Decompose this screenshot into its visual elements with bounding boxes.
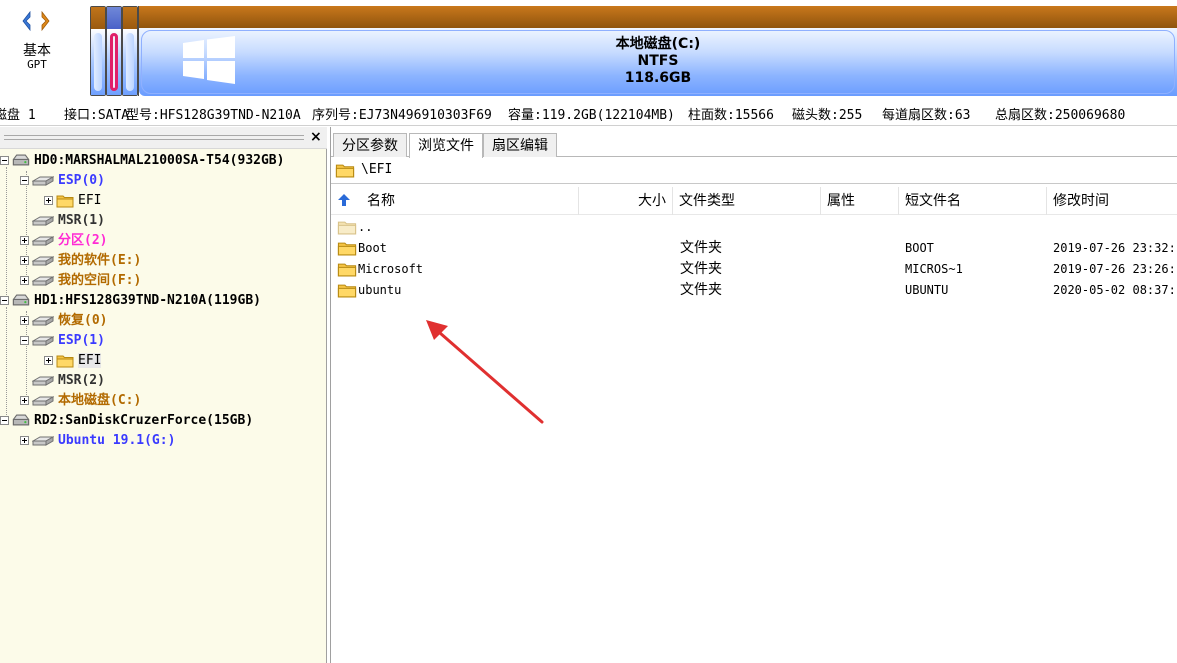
partition-size: 118.6GB <box>624 70 692 86</box>
expand-icon[interactable] <box>44 196 53 205</box>
close-icon[interactable]: × <box>310 129 322 145</box>
path-bar[interactable]: \EFI <box>331 158 1177 184</box>
disk-map: 基本 GPT 本地磁盘(C:) NTFS 118.6GB <box>0 0 1177 100</box>
partition-icon <box>32 215 54 227</box>
info-heads: 磁头数:255 <box>792 108 863 123</box>
collapse-icon[interactable] <box>0 296 9 305</box>
folder-icon <box>335 163 355 178</box>
collapse-icon[interactable] <box>20 336 29 345</box>
col-name[interactable]: 名称 <box>361 187 579 215</box>
partition-name: 本地磁盘(C:) <box>615 36 701 52</box>
tree-item-msr1[interactable]: MSR(1) <box>20 211 105 231</box>
tab-sector-edit[interactable]: 扇区编辑 <box>483 133 557 157</box>
usb-disk-icon <box>12 414 30 427</box>
next-disk-icon[interactable] <box>41 10 50 32</box>
collapse-icon[interactable] <box>20 176 29 185</box>
expand-icon[interactable] <box>20 276 29 285</box>
partition-icon <box>32 395 54 407</box>
folder-icon <box>337 283 357 298</box>
prev-disk-icon[interactable] <box>22 10 31 32</box>
partition-icon <box>32 435 54 447</box>
tree-item-ubuntu-g[interactable]: Ubuntu 19.1(G:) <box>20 431 175 451</box>
col-short-name[interactable]: 短文件名 <box>899 187 1047 215</box>
partition-fs: NTFS <box>637 53 679 69</box>
tree-item-recovery0[interactable]: 恢复(0) <box>20 311 107 331</box>
tree-item-software-e[interactable]: 我的软件(E:) <box>20 251 141 271</box>
tree-item-partition2[interactable]: 分区(2) <box>20 231 107 251</box>
disk-tree-panel: × HD0:MARSHALMAL21000SA-T54(932GB) ESP(0… <box>0 127 327 663</box>
tree-item-local-c[interactable]: 本地磁盘(C:) <box>20 391 141 411</box>
folder-icon <box>337 262 357 277</box>
partition-icon <box>32 375 54 387</box>
tree-item-rd2[interactable]: RD2:SanDiskCruzerForce(15GB) <box>0 411 253 431</box>
file-table-header: 名称 大小 文件类型 属性 短文件名 修改时间 <box>331 187 1177 215</box>
tree-item-space-f[interactable]: 我的空间(F:) <box>20 271 141 291</box>
info-disk: 磁盘 1 <box>0 108 36 123</box>
info-serial: 序列号:EJ73N496910303F69 <box>312 108 492 123</box>
partition-info: 本地磁盘(C:) NTFS 118.6GB <box>139 36 1177 87</box>
expand-icon[interactable] <box>20 436 29 445</box>
disk-type-label: 基本 GPT <box>12 44 62 72</box>
tab-bar: 分区参数 浏览文件 扇区编辑 <box>331 133 1177 158</box>
col-type[interactable]: 文件类型 <box>673 187 821 215</box>
current-path: \EFI <box>361 162 393 177</box>
info-total-sectors: 总扇区数:250069680 <box>995 108 1126 123</box>
tree-item-hd0[interactable]: HD0:MARSHALMAL21000SA-T54(932GB) <box>0 151 284 171</box>
annotation-arrow-icon <box>426 320 544 424</box>
folder-icon <box>56 354 74 368</box>
col-attr[interactable]: 属性 <box>821 187 899 215</box>
table-row[interactable]: Boot 文件夹 BOOT 2019-07-26 23:32: <box>331 238 1177 259</box>
tree-item-esp0[interactable]: ESP(0) <box>20 171 105 191</box>
expand-icon[interactable] <box>20 316 29 325</box>
partition-icon <box>32 255 54 267</box>
partition-icon <box>32 175 54 187</box>
partition-icon <box>32 335 54 347</box>
partition-block-c[interactable]: 本地磁盘(C:) NTFS 118.6GB <box>138 6 1177 96</box>
app-window: 基本 GPT 本地磁盘(C:) NTFS 118.6GB 盘 1 接口:SATA… <box>0 0 1177 663</box>
tree-item-msr2[interactable]: MSR(2) <box>20 371 105 391</box>
hard-disk-icon <box>12 294 30 307</box>
table-row[interactable]: Microsoft 文件夹 MICROS~1 2019-07-26 23:26: <box>331 259 1177 280</box>
tree-item-efi-1-selected[interactable]: EFI <box>44 351 102 371</box>
expand-icon[interactable] <box>20 396 29 405</box>
table-row[interactable]: .. <box>331 217 1177 238</box>
up-arrow-icon[interactable] <box>337 193 351 207</box>
collapse-icon[interactable] <box>0 416 9 425</box>
tree-item-hd1[interactable]: HD1:HFS128G39TND-N210A(119GB) <box>0 291 261 311</box>
partition-block-msr[interactable] <box>122 6 138 96</box>
hard-disk-icon <box>12 154 30 167</box>
partition-icon <box>32 235 54 247</box>
info-cylinders: 柱面数:15566 <box>688 108 774 123</box>
tree-panel-header: × <box>0 127 327 149</box>
info-model: 型号:HFS128G39TND-N210A <box>126 108 301 123</box>
folder-icon <box>337 220 357 235</box>
disk-nav-arrows <box>20 10 56 32</box>
disk-info-bar: 磁盘 1 接口:SATA 型号:HFS128G39TND-N210A 序列号:E… <box>0 100 1177 126</box>
panel-grip[interactable] <box>4 135 304 140</box>
folder-icon <box>56 194 74 208</box>
col-size[interactable]: 大小 <box>579 187 673 215</box>
info-interface: 接口:SATA <box>64 108 130 123</box>
partition-icon <box>32 315 54 327</box>
collapse-icon[interactable] <box>0 156 9 165</box>
expand-icon[interactable] <box>44 356 53 365</box>
expand-icon[interactable] <box>20 236 29 245</box>
info-capacity: 容量:119.2GB(122104MB) <box>508 108 675 123</box>
info-sectors-per-track: 每道扇区数:63 <box>882 108 971 123</box>
tab-browse-files[interactable]: 浏览文件 <box>409 133 483 158</box>
tab-partition-params[interactable]: 分区参数 <box>333 133 407 157</box>
table-row[interactable]: ubuntu 文件夹 UBUNTU 2020-05-02 08:37: <box>331 280 1177 301</box>
disk-type-basic: 基本 <box>23 43 51 59</box>
col-mtime[interactable]: 修改时间 <box>1047 187 1177 215</box>
folder-icon <box>337 241 357 256</box>
tree-item-efi-0[interactable]: EFI <box>44 191 101 211</box>
tree-item-esp1[interactable]: ESP(1) <box>20 331 105 351</box>
disk-type-gpt: GPT <box>27 58 47 71</box>
expand-icon[interactable] <box>20 256 29 265</box>
partition-block-esp-selected[interactable] <box>106 6 122 96</box>
partition-block-1[interactable] <box>90 6 106 96</box>
partition-icon <box>32 275 54 287</box>
